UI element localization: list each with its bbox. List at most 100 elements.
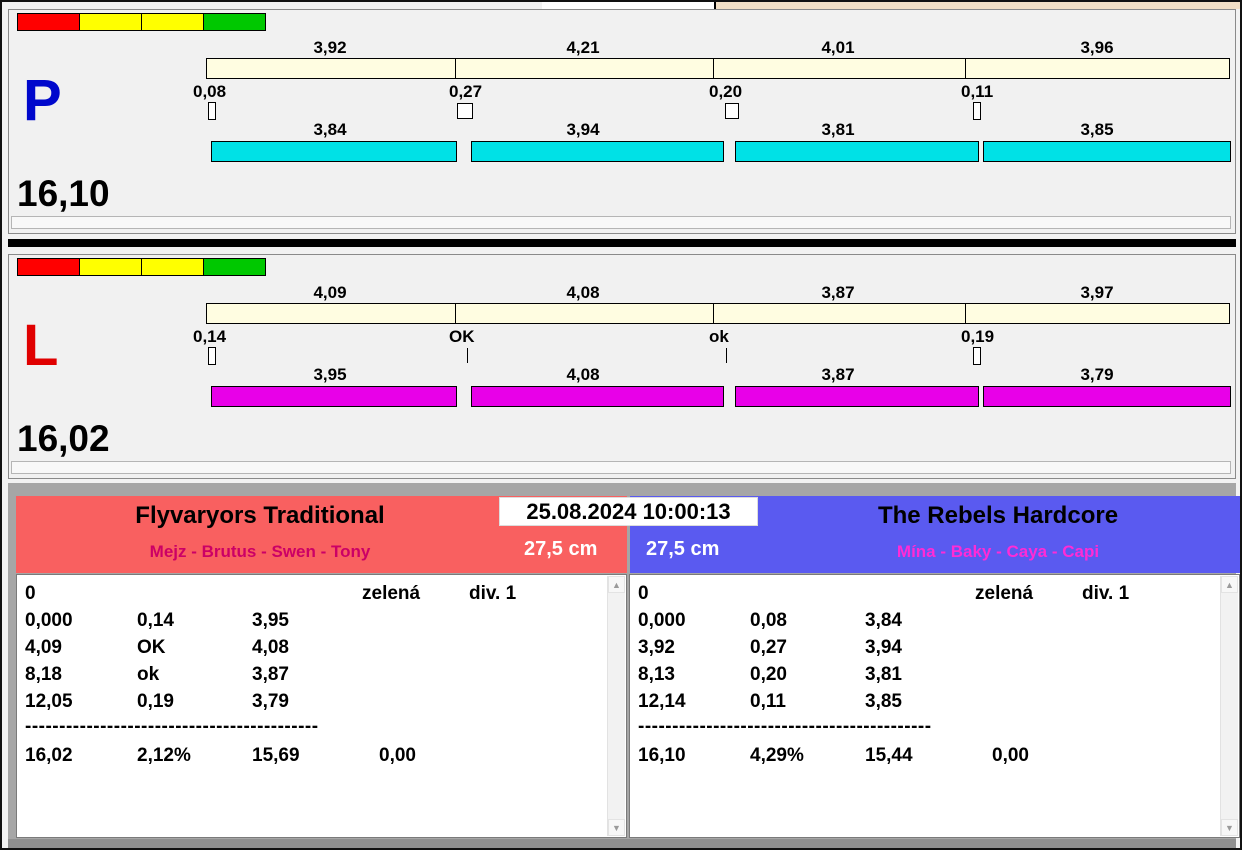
total-cell: 15,69 xyxy=(252,745,300,766)
run-time-label: 3,85 xyxy=(1080,120,1114,139)
total-cell: 15,44 xyxy=(865,745,913,766)
change-time-label: 0,20 xyxy=(709,82,743,101)
lane-status-strip xyxy=(11,216,1231,229)
result-cell: 3,95 xyxy=(252,610,289,631)
run-time-bar xyxy=(735,386,979,407)
result-cell: 3,94 xyxy=(865,637,902,658)
change-time-label: ok xyxy=(709,327,729,346)
result-cell: 8,13 xyxy=(638,664,675,685)
start-value: 0 xyxy=(25,583,36,604)
change-marker-box xyxy=(208,102,216,120)
change-time-label: 0,27 xyxy=(449,82,483,101)
split-time-label: 3,97 xyxy=(1080,283,1114,302)
scrollbar[interactable]: ▲ ▼ xyxy=(607,576,625,836)
separator-line: ----------------------------------------… xyxy=(638,716,932,737)
scoreboard-window: 3,92 4,21 4,01 3,96 0,08 0,27 0,20 0,11 … xyxy=(0,0,1242,850)
start-value: 0 xyxy=(638,583,649,604)
run-time-label: 3,87 xyxy=(821,365,855,384)
split-time-label: 4,09 xyxy=(313,283,347,302)
datetime-display: 25.08.2024 10:00:13 xyxy=(499,497,758,526)
split-time-label: 4,01 xyxy=(821,38,855,57)
division-label: div. 1 xyxy=(469,583,517,604)
traffic-green-segment xyxy=(203,13,266,31)
bar-tick xyxy=(965,304,966,323)
result-cell: 4,08 xyxy=(252,637,289,658)
bar-tick xyxy=(455,304,456,323)
scroll-up-icon[interactable]: ▲ xyxy=(1221,576,1238,593)
result-cell: 12,14 xyxy=(638,691,686,712)
total-cell: 16,02 xyxy=(25,745,73,766)
results-panel-left[interactable]: 0 zelená div. 1 0,000 0,14 3,95 4,09 OK … xyxy=(16,574,627,838)
total-cell: 0,00 xyxy=(379,745,416,766)
lane-status-strip xyxy=(11,461,1231,474)
run-time-bar xyxy=(471,386,724,407)
change-time-label: OK xyxy=(449,327,475,346)
run-time-label: 3,95 xyxy=(313,365,347,384)
traffic-yellow-segment xyxy=(79,258,142,276)
split-time-label: 3,96 xyxy=(1080,38,1114,57)
result-cell: 0,27 xyxy=(750,637,787,658)
jump-height: 27,5 cm xyxy=(646,538,720,560)
bar-tick xyxy=(965,59,966,78)
run-time-label: 3,81 xyxy=(821,120,855,139)
result-cell: 3,92 xyxy=(638,637,675,658)
status-label: zelená xyxy=(975,583,1034,604)
lane-total-time: 16,02 xyxy=(17,418,110,459)
split-time-label: 3,92 xyxy=(313,38,347,57)
total-cell: 2,12% xyxy=(137,745,191,766)
split-time-bar xyxy=(206,58,1230,79)
result-cell: 0,14 xyxy=(137,610,174,631)
bar-tick xyxy=(713,59,714,78)
change-marker-box xyxy=(457,103,473,119)
background-window-edge xyxy=(542,2,716,9)
run-time-bar xyxy=(983,141,1231,162)
lane-panel-p: 3,92 4,21 4,01 3,96 0,08 0,27 0,20 0,11 … xyxy=(8,9,1236,234)
change-marker-tick xyxy=(726,348,727,363)
result-cell: 0,08 xyxy=(750,610,787,631)
result-cell: 0,000 xyxy=(25,610,73,631)
bottom-status-strip xyxy=(8,839,1236,848)
lane-letter-l: L xyxy=(23,313,59,378)
traffic-light-bar xyxy=(17,13,266,31)
background-window-edge-tan xyxy=(716,2,1240,9)
traffic-red-segment xyxy=(17,258,80,276)
team-members: Mína - Baky - Caya - Capi xyxy=(896,542,1100,561)
traffic-yellow-segment xyxy=(141,258,204,276)
change-time-label: 0,19 xyxy=(961,327,995,346)
result-cell: 4,09 xyxy=(25,637,62,658)
bar-tick xyxy=(713,304,714,323)
scroll-up-icon[interactable]: ▲ xyxy=(608,576,625,593)
result-cell: 3,79 xyxy=(252,691,289,712)
result-cell: 0,000 xyxy=(638,610,686,631)
traffic-yellow-segment xyxy=(79,13,142,31)
split-time-bar xyxy=(206,303,1230,324)
run-time-label: 3,94 xyxy=(566,120,600,139)
run-time-label: 4,08 xyxy=(566,365,600,384)
result-cell: 0,19 xyxy=(137,691,174,712)
result-cell: OK xyxy=(137,637,166,658)
result-cell: 3,87 xyxy=(252,664,289,685)
lane-panel-l: 4,09 4,08 3,87 3,97 0,14 OK ok 0,19 3,95… xyxy=(8,254,1236,479)
result-cell: 3,81 xyxy=(865,664,902,685)
lane-divider xyxy=(8,239,1236,247)
result-cell: ok xyxy=(137,664,160,685)
scrollbar[interactable]: ▲ ▼ xyxy=(1220,576,1238,836)
separator-line: ----------------------------------------… xyxy=(25,716,319,737)
lane-letter-p: P xyxy=(23,68,62,133)
traffic-light-bar xyxy=(17,258,266,276)
change-time-label: 0,14 xyxy=(193,327,227,346)
run-time-bar xyxy=(211,386,457,407)
total-cell: 16,10 xyxy=(638,745,686,766)
scroll-down-icon[interactable]: ▼ xyxy=(1221,819,1238,836)
bar-tick xyxy=(455,59,456,78)
change-time-label: 0,11 xyxy=(961,82,994,101)
run-time-label: 3,79 xyxy=(1080,365,1114,384)
lane-total-time: 16,10 xyxy=(17,173,110,214)
change-marker-box xyxy=(725,103,739,119)
run-time-bar xyxy=(735,141,979,162)
results-panel-right[interactable]: 0 zelená div. 1 0,000 0,08 3,84 3,92 0,2… xyxy=(629,574,1240,838)
scroll-down-icon[interactable]: ▼ xyxy=(608,819,625,836)
jump-height: 27,5 cm xyxy=(524,538,598,560)
change-marker-box xyxy=(208,347,216,365)
total-cell: 0,00 xyxy=(992,745,1029,766)
